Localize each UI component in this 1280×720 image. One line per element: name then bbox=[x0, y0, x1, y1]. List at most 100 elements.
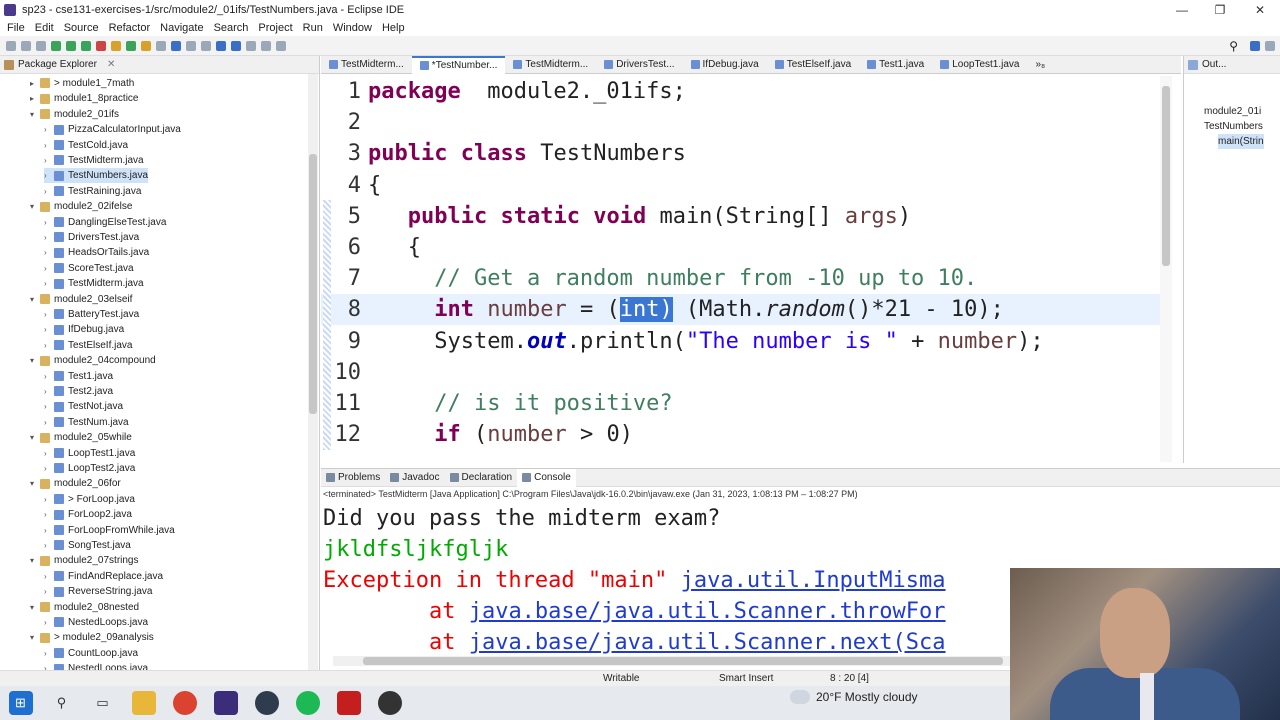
acrobat-icon[interactable] bbox=[336, 691, 361, 715]
chevron-down-icon[interactable]: ▾ bbox=[30, 107, 40, 122]
chevron-right-icon[interactable]: › bbox=[44, 153, 54, 168]
editor-tab[interactable]: LoopTest1.java bbox=[932, 56, 1027, 74]
chevron-right-icon[interactable]: › bbox=[44, 369, 54, 384]
chevron-right-icon[interactable]: › bbox=[44, 138, 54, 153]
code-line[interactable]: 3 public class TestNumbers bbox=[321, 138, 1161, 169]
console-tab-declaration[interactable]: Declaration bbox=[445, 469, 518, 487]
tree-package-item[interactable]: ▾ module2_03elseif bbox=[30, 292, 132, 307]
minimize-button[interactable]: — bbox=[1162, 0, 1202, 20]
chevron-right-icon[interactable]: › bbox=[44, 615, 54, 630]
chevron-right-icon[interactable]: › bbox=[44, 322, 54, 337]
chevron-down-icon[interactable]: ▾ bbox=[30, 430, 40, 445]
code-line[interactable]: 9 System.out.println("The number is " + … bbox=[321, 326, 1161, 357]
chevron-right-icon[interactable]: › bbox=[44, 584, 54, 599]
editor-tab[interactable]: »₈ bbox=[1027, 56, 1053, 74]
console-tab-javadoc[interactable]: Javadoc bbox=[385, 469, 444, 487]
eclipse-taskbar-icon[interactable] bbox=[213, 691, 238, 715]
tree-file-item[interactable]: › TestRaining.java bbox=[44, 184, 141, 199]
code-line[interactable]: 2 bbox=[321, 107, 1161, 138]
coverage-icon[interactable] bbox=[81, 40, 91, 51]
save-icon[interactable] bbox=[21, 40, 31, 51]
tree-package-item[interactable]: ▾ module2_05while bbox=[30, 430, 132, 445]
editor-tab[interactable]: IfDebug.java bbox=[683, 56, 767, 74]
show-whitespace-icon[interactable] bbox=[201, 40, 211, 51]
editor-tab[interactable]: TestMidterm... bbox=[505, 56, 596, 74]
tree-package-item[interactable]: ▾ module2_02ifelse bbox=[30, 199, 132, 214]
tree-file-item[interactable]: › DanglingElseTest.java bbox=[44, 215, 166, 230]
weather-widget[interactable]: 20°F Mostly cloudy bbox=[790, 690, 918, 704]
close-button[interactable]: ✕ bbox=[1240, 0, 1280, 20]
chevron-down-icon[interactable]: ▾ bbox=[30, 630, 40, 645]
scrollbar-thumb[interactable] bbox=[363, 657, 1003, 665]
save-all-icon[interactable] bbox=[36, 40, 46, 51]
chevron-right-icon[interactable]: › bbox=[44, 492, 54, 507]
chevron-down-icon[interactable]: ▾ bbox=[30, 600, 40, 615]
maximize-button[interactable]: ❐ bbox=[1200, 0, 1240, 20]
tree-file-item[interactable]: › LoopTest1.java bbox=[44, 446, 135, 461]
chevron-right-icon[interactable]: › bbox=[44, 538, 54, 553]
stack-link[interactable]: java.base/java.util.Scanner.throwFor bbox=[469, 599, 946, 624]
outline-item[interactable]: TestNumbers bbox=[1204, 119, 1263, 134]
chevron-right-icon[interactable]: › bbox=[44, 230, 54, 245]
next-annotation-icon[interactable] bbox=[216, 40, 226, 51]
chevron-right-icon[interactable]: › bbox=[44, 245, 54, 260]
new-java-package-icon[interactable] bbox=[111, 40, 121, 51]
tree-file-item[interactable]: › TestCold.java bbox=[44, 138, 128, 153]
tree-file-item[interactable]: › SongTest.java bbox=[44, 538, 131, 553]
chevron-right-icon[interactable]: › bbox=[44, 646, 54, 661]
chevron-right-icon[interactable]: › bbox=[44, 399, 54, 414]
tree-file-item[interactable]: › NestedLoops.java bbox=[44, 615, 148, 630]
code-line[interactable]: 8 int number = (int) (Math.random()*21 -… bbox=[321, 294, 1161, 326]
obs-icon[interactable] bbox=[377, 691, 402, 715]
tree-package-item[interactable]: ▾ > module2_09analysis bbox=[30, 630, 154, 645]
tree-file-item[interactable]: › TestNumbers.java bbox=[44, 168, 149, 184]
outline-item[interactable]: module2_01i bbox=[1204, 104, 1261, 119]
search-icon[interactable]: ⚲ bbox=[1229, 39, 1238, 53]
run-icon[interactable] bbox=[66, 40, 76, 51]
open-type-icon[interactable] bbox=[141, 40, 151, 51]
tree-file-item[interactable]: › TestElseIf.java bbox=[44, 338, 132, 353]
new-java-class-icon[interactable] bbox=[126, 40, 136, 51]
chevron-right-icon[interactable]: › bbox=[44, 384, 54, 399]
chevron-right-icon[interactable]: › bbox=[44, 261, 54, 276]
menu-run[interactable]: Run bbox=[303, 22, 323, 34]
tree-package-item[interactable]: ▾ module2_08nested bbox=[30, 600, 139, 615]
console-tab-console[interactable]: Console bbox=[517, 468, 576, 487]
menu-search[interactable]: Search bbox=[214, 22, 249, 34]
code-line[interactable]: 6 { bbox=[321, 232, 1161, 263]
previous-annotation-icon[interactable] bbox=[231, 40, 241, 51]
code-line[interactable]: 4{ bbox=[321, 170, 1161, 201]
file-explorer-icon[interactable] bbox=[131, 691, 156, 715]
outline-item[interactable]: main(Strin bbox=[1218, 134, 1264, 149]
menu-file[interactable]: File bbox=[7, 22, 25, 34]
tree-file-item[interactable]: › FindAndReplace.java bbox=[44, 569, 163, 584]
code-line[interactable]: 11 // is it positive? bbox=[321, 388, 1161, 419]
package-explorer-scrollbar[interactable] bbox=[308, 74, 318, 670]
chevron-down-icon[interactable]: ▸ bbox=[30, 76, 40, 91]
debug-icon[interactable] bbox=[51, 40, 61, 51]
debug-perspective-icon[interactable] bbox=[1265, 40, 1275, 51]
chevron-right-icon[interactable]: › bbox=[44, 569, 54, 584]
editor-scrollbar[interactable] bbox=[1160, 76, 1172, 462]
search-toolbar-icon[interactable] bbox=[156, 40, 166, 51]
chevron-right-icon[interactable]: › bbox=[44, 168, 54, 183]
chevron-right-icon[interactable]: › bbox=[44, 446, 54, 461]
code-line[interactable]: 1 package module2._01ifs; bbox=[321, 76, 1161, 107]
tree-file-item[interactable]: › Test2.java bbox=[44, 384, 113, 399]
menu-window[interactable]: Window bbox=[333, 22, 372, 34]
java-perspective-icon[interactable] bbox=[1250, 40, 1260, 51]
tree-package-item[interactable]: ▸ module1_8practice bbox=[30, 91, 139, 106]
tree-file-item[interactable]: › > ForLoop.java bbox=[44, 492, 135, 507]
close-view-icon[interactable]: ✕ bbox=[107, 59, 115, 70]
new-icon[interactable] bbox=[6, 40, 16, 51]
tree-file-item[interactable]: › ForLoopFromWhile.java bbox=[44, 523, 175, 538]
code-line[interactable]: 10 bbox=[321, 357, 1161, 388]
editor-tab[interactable]: *TestNumber... bbox=[411, 55, 506, 74]
tree-package-item[interactable]: ▾ module2_06for bbox=[30, 476, 121, 491]
exception-link[interactable]: java.util.InputMisma bbox=[681, 568, 946, 593]
editor-tab[interactable]: TestMidterm... bbox=[321, 56, 412, 74]
tree-file-item[interactable]: › ReverseString.java bbox=[44, 584, 152, 599]
tree-package-item[interactable]: ▾ module2_04compound bbox=[30, 353, 156, 368]
code-line[interactable]: 5 public static void main(String[] args) bbox=[321, 201, 1161, 232]
spotify-icon[interactable] bbox=[295, 691, 320, 715]
